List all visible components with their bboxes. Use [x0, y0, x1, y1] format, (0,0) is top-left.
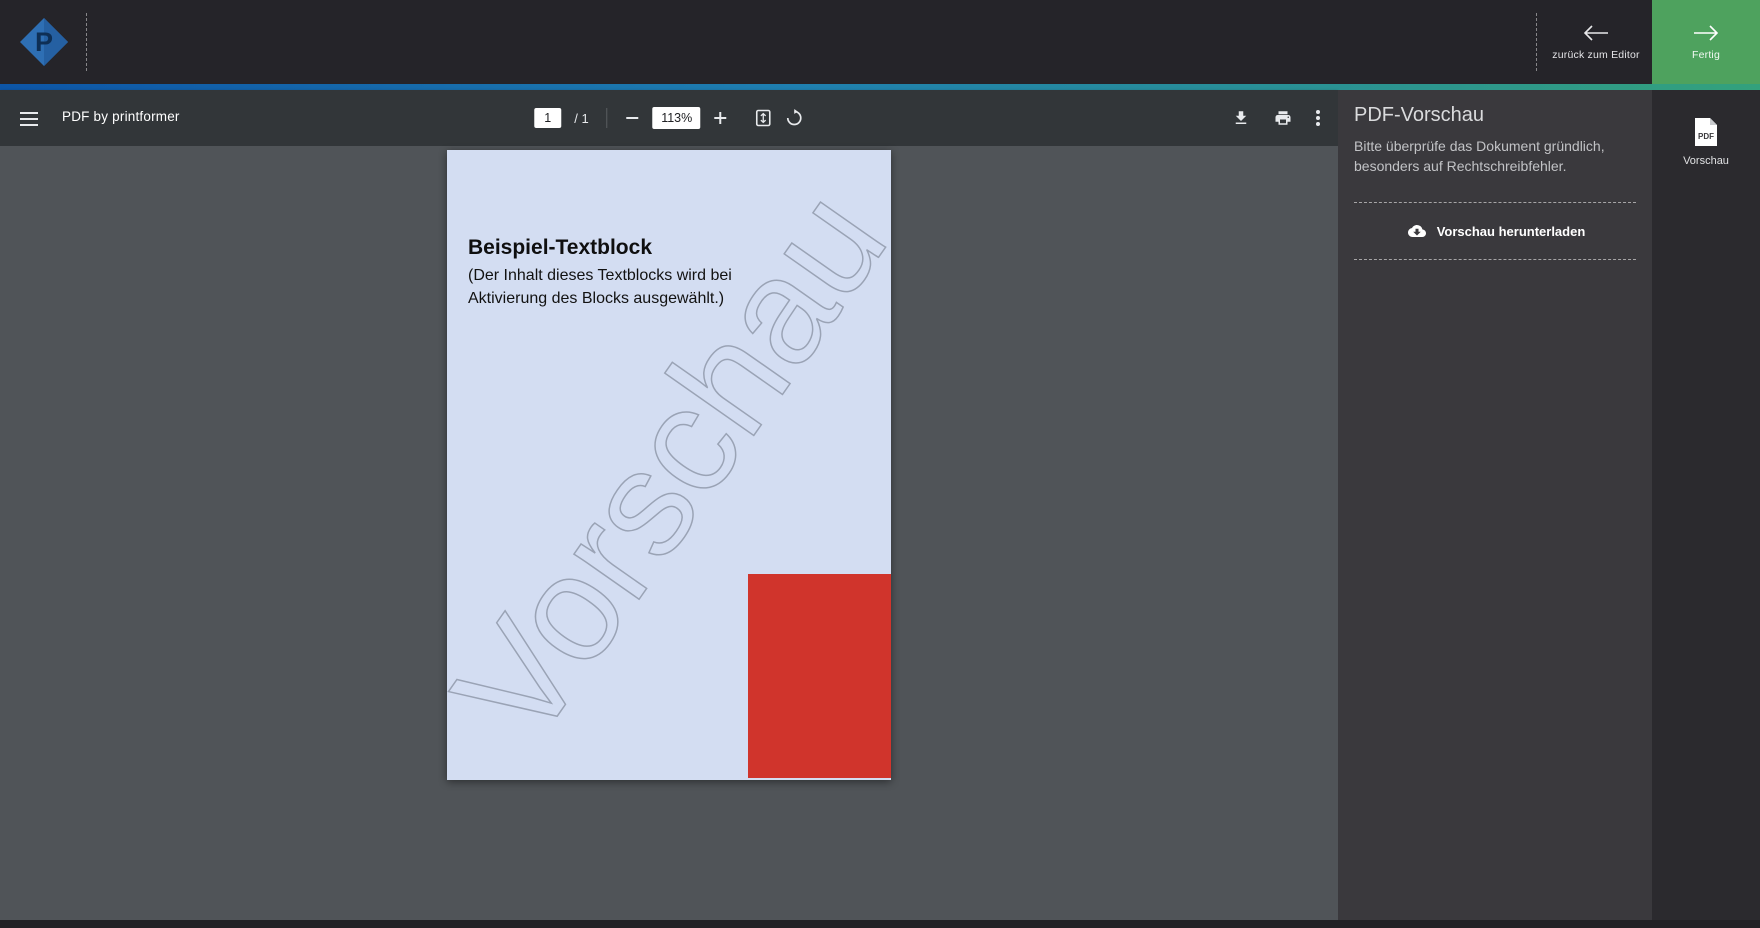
arrow-right-icon [1693, 24, 1719, 42]
red-color-block [748, 574, 891, 778]
logo-divider [86, 13, 87, 71]
panel-subtitle-line1: Bitte überprüfe das Dokument gründlich, [1354, 136, 1636, 156]
document-body-text: (Der Inhalt dieses Textblocks wird bei A… [468, 264, 732, 310]
cloud-download-icon [1405, 222, 1429, 240]
done-button[interactable]: Fertig [1652, 0, 1760, 84]
zoom-out-button[interactable] [626, 111, 640, 125]
printformer-logo: P [18, 16, 70, 68]
page-number-input[interactable]: 1 [534, 108, 561, 128]
kebab-menu-icon [1316, 110, 1320, 126]
svg-text:PDF: PDF [1698, 132, 1714, 141]
download-preview-label: Vorschau herunterladen [1437, 224, 1586, 239]
pdf-preview-panel: PDF-Vorschau Bitte überprüfe das Dokumen… [1338, 90, 1652, 920]
panel-title: PDF-Vorschau [1354, 104, 1636, 127]
preview-tab[interactable]: PDF Vorschau [1652, 116, 1760, 167]
back-button-divider [1536, 13, 1537, 71]
download-preview-button[interactable]: Vorschau herunterladen [1354, 203, 1636, 259]
print-button[interactable] [1274, 109, 1292, 127]
printformer-logo-icon: P [18, 16, 70, 68]
arrow-left-icon [1583, 24, 1609, 42]
panel-subtitle-line2: besonders auf Rechtschreibfehler. [1354, 156, 1636, 176]
rotate-icon [786, 109, 804, 127]
print-icon [1274, 109, 1292, 127]
viewer-title: PDF by printformer [62, 109, 180, 124]
right-tab-strip: PDF Vorschau [1652, 90, 1760, 920]
pdf-viewer-canvas: Beispiel-Textblock (Der Inhalt dieses Te… [0, 146, 1338, 920]
toolbar-separator [607, 108, 608, 128]
menu-button[interactable] [18, 111, 40, 127]
rotate-button[interactable] [786, 109, 804, 127]
document-title: Beispiel-Textblock [468, 236, 652, 260]
pdf-viewer-toolbar: PDF by printformer 1 / 1 113% [0, 90, 1338, 146]
done-button-label: Fertig [1692, 49, 1720, 61]
download-button[interactable] [1232, 109, 1250, 127]
plus-icon [714, 111, 728, 125]
preview-tab-label: Vorschau [1683, 155, 1729, 167]
toolbar-right-actions [1232, 109, 1320, 127]
dashed-separator-bottom [1354, 259, 1636, 260]
pdf-file-icon: PDF [1693, 116, 1719, 148]
svg-text:P: P [35, 27, 53, 57]
download-icon [1232, 109, 1250, 127]
back-to-editor-button[interactable]: zurück zum Editor [1540, 0, 1652, 84]
page-zoom-controls: 1 / 1 113% [534, 107, 803, 129]
minus-icon [626, 111, 640, 125]
bottom-edge-bar [0, 920, 1760, 928]
zoom-level-input[interactable]: 113% [653, 107, 701, 129]
zoom-in-button[interactable] [714, 111, 728, 125]
more-options-button[interactable] [1316, 110, 1320, 126]
fit-page-button[interactable] [755, 109, 773, 127]
top-application-bar: P zurück zum Editor Fertig [0, 0, 1760, 84]
page-total-label: / 1 [574, 111, 588, 126]
document-body-line2: Aktivierung des Blocks ausgewählt.) [468, 287, 732, 310]
fit-page-icon [755, 109, 773, 127]
document-body-line1: (Der Inhalt dieses Textblocks wird bei [468, 264, 732, 287]
pdf-page: Beispiel-Textblock (Der Inhalt dieses Te… [447, 150, 891, 780]
back-to-editor-label: zurück zum Editor [1552, 49, 1639, 61]
hamburger-icon [20, 112, 38, 126]
